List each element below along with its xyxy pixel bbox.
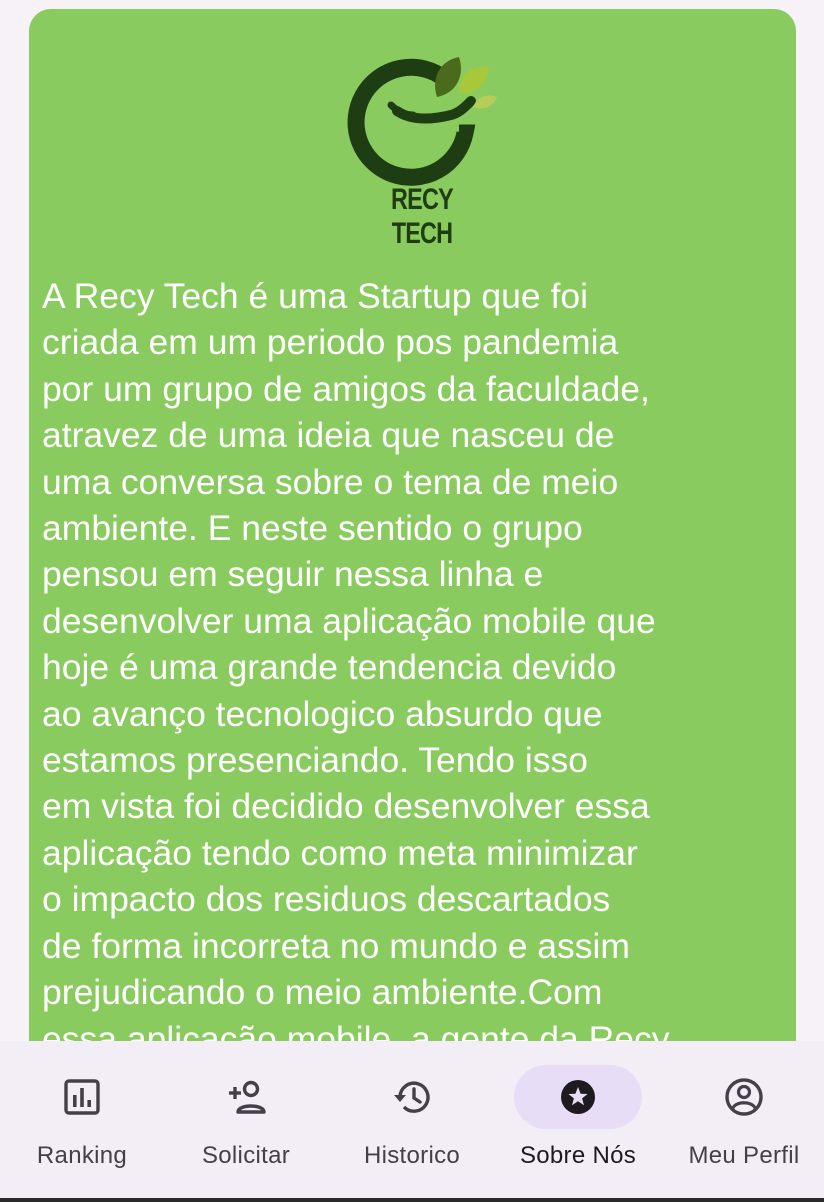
- nav-label-ranking: Ranking: [36, 1142, 128, 1169]
- nav-label-solicitar: Solicitar: [201, 1142, 291, 1169]
- bottom-edge: [0, 1198, 824, 1202]
- nav-item-sobre-nos[interactable]: Sobre Nós: [496, 1041, 660, 1202]
- nav-item-ranking[interactable]: Ranking: [0, 1041, 164, 1202]
- nav-item-historico[interactable]: Historico: [330, 1041, 494, 1202]
- about-paragraph: A Recy Tech é uma Startup que foi criada…: [42, 276, 670, 1059]
- recy-tech-logo-icon: [347, 57, 497, 186]
- star-circle-icon: [561, 1080, 595, 1114]
- nav-label-sobre-nos: Sobre Nós: [519, 1142, 637, 1169]
- nav-label-historico: Historico: [363, 1142, 461, 1169]
- bar-chart-icon: [64, 1079, 100, 1115]
- logo-wordmark: RECY TECH: [391, 183, 454, 250]
- person-add-icon: [229, 1080, 266, 1114]
- nav-label-meu-perfil: Meu Perfil: [688, 1142, 800, 1169]
- about-card: RECY TECH A Recy Tech é uma Startup que …: [29, 9, 796, 1159]
- history-icon: [394, 1081, 430, 1113]
- recy-tech-logo: RECY TECH: [347, 49, 497, 250]
- account-circle-icon: [725, 1078, 763, 1116]
- app-screen: RECY TECH A Recy Tech é uma Startup que …: [0, 0, 824, 1202]
- bottom-navigation: Ranking Solicitar Historico Sobre Nós Me…: [0, 1041, 824, 1202]
- nav-item-meu-perfil[interactable]: Meu Perfil: [662, 1041, 824, 1202]
- nav-item-solicitar[interactable]: Solicitar: [164, 1041, 328, 1202]
